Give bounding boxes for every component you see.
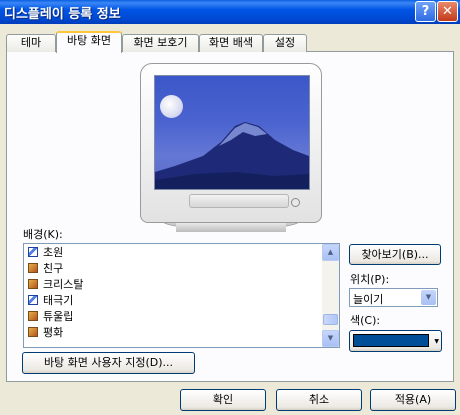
- tab-screensaver[interactable]: 화면 보호기: [122, 34, 199, 52]
- position-label: 위치(P):: [350, 273, 390, 286]
- image-icon: [28, 279, 38, 289]
- ok-button[interactable]: 확인: [180, 389, 266, 411]
- list-item[interactable]: 초원: [28, 245, 63, 261]
- cancel-button[interactable]: 취소: [276, 389, 362, 411]
- background-label: 배경(K):: [23, 228, 63, 241]
- background-list[interactable]: 초원 친구 크리스탈 태극기 튜울립 평화 ▲ ▼: [23, 243, 340, 348]
- list-item[interactable]: 친구: [28, 261, 63, 277]
- chevron-down-icon[interactable]: ▼: [421, 290, 436, 305]
- apply-button[interactable]: 적용(A): [370, 389, 456, 411]
- tab-settings[interactable]: 설정: [263, 34, 307, 52]
- color-swatch: [353, 334, 429, 347]
- image-icon: [28, 311, 38, 321]
- pen-icon: [28, 247, 38, 257]
- window-title: 디스플레이 등록 정보: [4, 7, 121, 22]
- list-scrollbar[interactable]: ▲ ▼: [322, 244, 339, 347]
- tab-appearance[interactable]: 화면 배색: [199, 34, 263, 52]
- monitor-preview: [140, 63, 322, 223]
- mountain-image: [155, 122, 309, 189]
- pen-icon: [28, 295, 38, 305]
- scroll-down-button[interactable]: ▼: [322, 330, 339, 347]
- color-picker-button[interactable]: ▼: [349, 330, 442, 352]
- list-item[interactable]: 튜울립: [28, 309, 73, 325]
- close-button[interactable]: ✕: [437, 1, 458, 22]
- title-bar: 디스플레이 등록 정보 ? ✕: [0, 0, 460, 24]
- tab-theme[interactable]: 테마: [6, 34, 56, 52]
- image-icon: [28, 327, 38, 337]
- chevron-down-icon: ▼: [434, 338, 439, 345]
- help-button[interactable]: ?: [415, 1, 436, 22]
- scroll-up-button[interactable]: ▲: [322, 244, 339, 261]
- position-value: 늘이기: [353, 293, 384, 306]
- monitor-stand: [176, 222, 286, 232]
- customize-desktop-button[interactable]: 바탕 화면 사용자 지정(D)...: [22, 352, 195, 374]
- position-select[interactable]: 늘이기 ▼: [349, 288, 438, 307]
- image-icon: [28, 263, 38, 273]
- browse-button[interactable]: 찾아보기(B)...: [349, 244, 441, 265]
- monitor-bezel: [189, 194, 289, 208]
- tab-desktop[interactable]: 바탕 화면: [56, 31, 122, 53]
- scroll-thumb[interactable]: [323, 314, 338, 325]
- wallpaper-preview: [154, 75, 310, 190]
- power-light-icon: [291, 198, 300, 207]
- list-item[interactable]: 평화: [28, 325, 63, 341]
- list-item[interactable]: 태극기: [28, 293, 73, 309]
- list-item[interactable]: 크리스탈: [28, 277, 83, 293]
- color-label: 색(C):: [350, 314, 381, 327]
